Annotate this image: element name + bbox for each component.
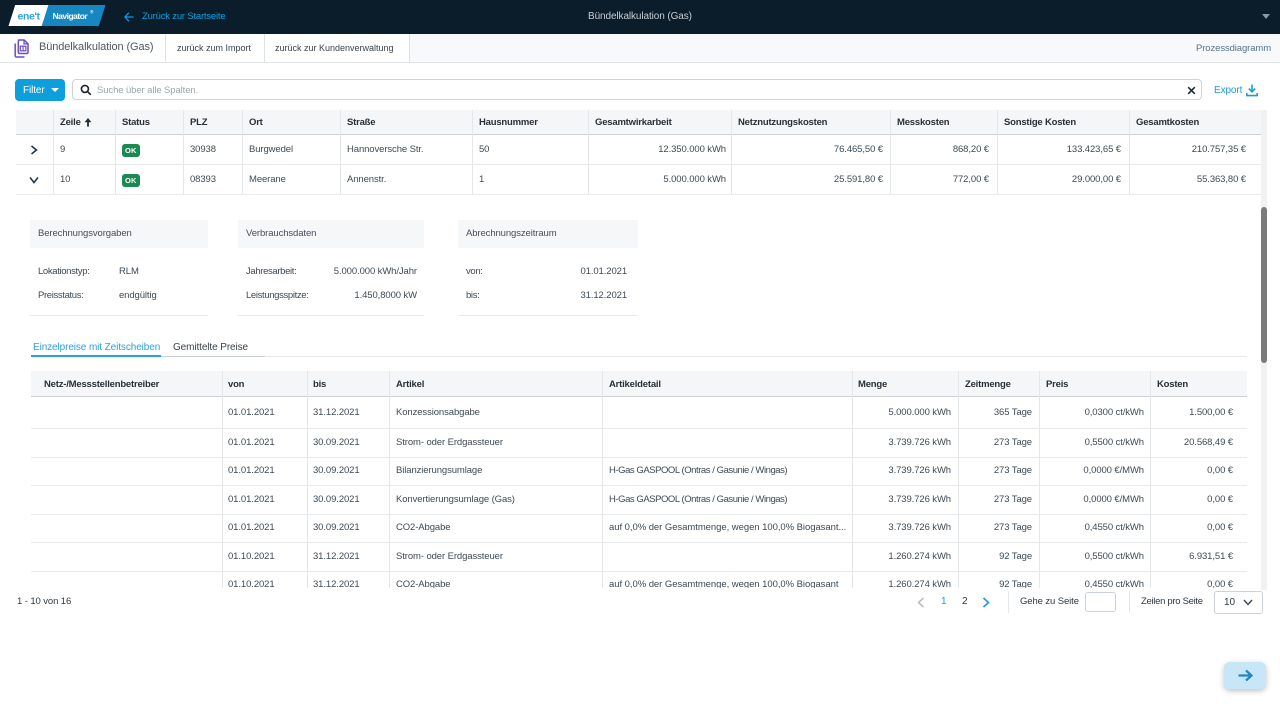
svg-text:Navigator: Navigator [53, 11, 89, 21]
svg-text:ene't: ene't [18, 11, 41, 23]
